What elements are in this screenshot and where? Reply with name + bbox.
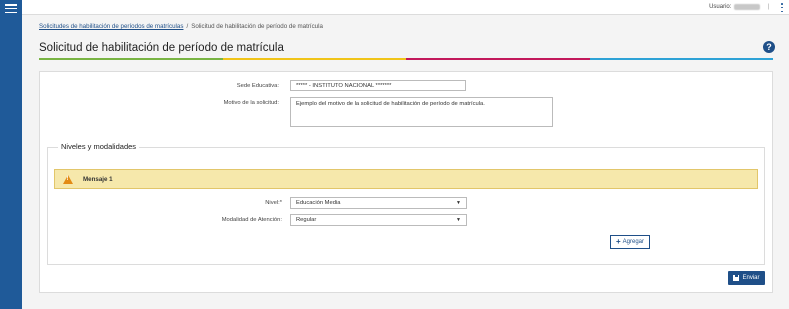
page-title: Solicitud de habilitación de período de … [39, 42, 284, 54]
modalidad-label: Modalidad de Atención: [221, 217, 282, 223]
niveles-fieldset: Niveles y modalidades Mensaje 1 Nivel:* … [47, 142, 765, 265]
plus-icon: + [615, 237, 621, 246]
form-card: Sede Educativa: ***** - INSTITUTO NACION… [39, 71, 773, 293]
menu-icon[interactable] [5, 4, 17, 13]
modalidad-row: Modalidad de Atención: Regular ▼ [198, 214, 467, 226]
nivel-label: Nivel:* [265, 200, 282, 206]
breadcrumb-divider: / [186, 23, 189, 30]
more-options-icon[interactable] [780, 3, 784, 12]
motivo-label: Motivo de la solicitud: [223, 100, 279, 106]
sede-field[interactable]: ***** - INSTITUTO NACIONAL ******* [290, 80, 466, 91]
dropdown-caret-icon: ▼ [456, 217, 461, 223]
user-info: Usuario: | [709, 4, 769, 10]
send-button[interactable]: Enviar [728, 271, 765, 285]
help-icon[interactable]: ? [763, 41, 775, 53]
left-sidebar [0, 0, 22, 309]
warning-triangle-icon [63, 174, 73, 184]
main-content: Solicitudes de habilitación de períodos … [22, 15, 789, 309]
user-separator: | [767, 4, 769, 10]
sede-row: Sede Educativa: ***** - INSTITUTO NACION… [200, 80, 466, 91]
niveles-legend: Niveles y modalidades [58, 142, 140, 151]
save-icon [733, 275, 740, 281]
nivel-row: Nivel:* Educación Media ▼ [198, 197, 467, 209]
rule-segment-magenta [406, 58, 590, 60]
breadcrumb: Solicitudes de habilitación de períodos … [39, 23, 323, 30]
warning-alert: Mensaje 1 [54, 169, 758, 189]
add-button-label: Agregar [622, 239, 645, 245]
warning-message: Mensaje 1 [83, 175, 113, 183]
send-button-label: Enviar [742, 275, 760, 281]
nivel-select-value: Educación Media [296, 200, 341, 206]
breadcrumb-current: Solicitud de habilitación de período de … [191, 23, 323, 30]
rule-segment-green [39, 58, 223, 60]
sede-label: Sede Educativa: [236, 83, 279, 89]
user-name-redacted [734, 4, 761, 10]
title-color-rule [39, 58, 773, 60]
rule-segment-blue [589, 58, 773, 60]
add-button[interactable]: + Agregar [610, 235, 650, 249]
top-bar: Usuario: | [22, 0, 789, 15]
modalidad-select[interactable]: Regular ▼ [290, 214, 467, 226]
motivo-row: Motivo de la solicitud: Ejemplo del moti… [200, 97, 553, 127]
modalidad-select-value: Regular [296, 217, 317, 223]
dropdown-caret-icon: ▼ [456, 200, 461, 206]
rule-segment-yellow [222, 58, 406, 60]
motivo-textarea[interactable]: Ejemplo del motivo de la solicitud de ha… [290, 97, 553, 127]
breadcrumb-parent-link[interactable]: Solicitudes de habilitación de períodos … [39, 23, 183, 30]
user-label: Usuario: [709, 4, 732, 10]
nivel-select[interactable]: Educación Media ▼ [290, 197, 467, 209]
